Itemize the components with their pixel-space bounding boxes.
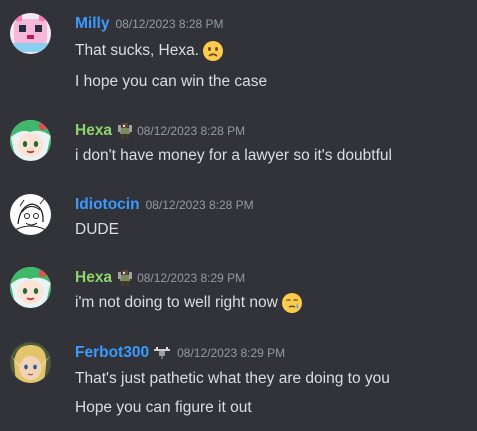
frowning-face-emoji-icon bbox=[202, 40, 224, 62]
message-text: i don't have money for a lawyer so it's … bbox=[75, 147, 392, 164]
message-text: That sucks, Hexa. bbox=[75, 40, 224, 62]
message-text: That's just pathetic what they are doing… bbox=[75, 370, 390, 387]
username[interactable]: Milly bbox=[75, 14, 109, 34]
sad-tear-face-emoji-icon bbox=[281, 292, 303, 314]
avatar[interactable] bbox=[10, 120, 51, 161]
timestamp: 08/12/2023 8:29 PM bbox=[137, 271, 246, 285]
username[interactable]: Hexa bbox=[75, 121, 112, 141]
avatar[interactable] bbox=[10, 267, 51, 308]
timestamp: 08/12/2023 8:29 PM bbox=[177, 346, 286, 360]
drone-badge-icon bbox=[153, 344, 171, 362]
pixel-character-badge-icon bbox=[116, 269, 134, 287]
avatar[interactable] bbox=[10, 342, 51, 383]
pixel-character-badge-icon bbox=[116, 122, 134, 140]
message-text: I hope you can win the case bbox=[75, 73, 268, 90]
timestamp: 08/12/2023 8:28 PM bbox=[145, 198, 254, 212]
username[interactable]: Hexa bbox=[75, 268, 112, 288]
message-text: Hope you can figure it out bbox=[75, 399, 252, 416]
chat-message-list: Milly 08/12/2023 8:28 PM That sucks, Hex… bbox=[0, 0, 477, 431]
avatar[interactable] bbox=[10, 194, 51, 235]
username[interactable]: Ferbot300 bbox=[75, 343, 149, 363]
message-text: i'm not doing to well right now bbox=[75, 292, 303, 314]
username[interactable]: Idiotocin bbox=[75, 195, 140, 215]
timestamp: 08/12/2023 8:28 PM bbox=[137, 124, 246, 138]
message-text: DUDE bbox=[75, 221, 119, 238]
timestamp: 08/12/2023 8:28 PM bbox=[115, 17, 224, 31]
avatar[interactable] bbox=[10, 13, 51, 54]
